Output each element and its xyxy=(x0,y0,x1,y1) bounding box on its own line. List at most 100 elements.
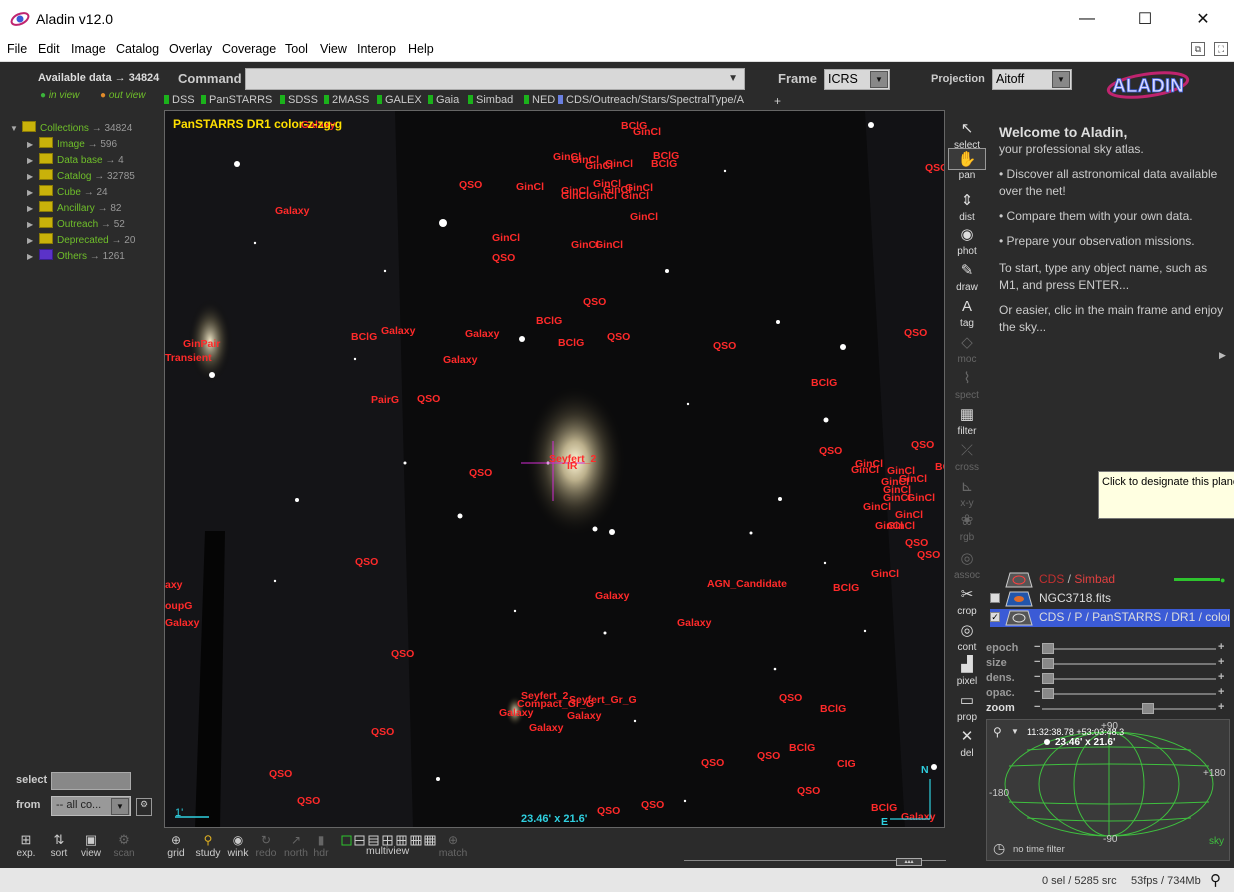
menu-coverage[interactable]: Coverage xyxy=(222,42,276,56)
tool-crop-button[interactable]: ✂ crop xyxy=(948,584,986,617)
grid-button[interactable]: ⊕ grid xyxy=(158,833,194,859)
catalog-object-label[interactable]: GinCl xyxy=(887,520,915,532)
catalog-object-label[interactable]: GinCl xyxy=(516,181,544,193)
projection-select[interactable]: Aitoff ▼ xyxy=(992,69,1072,90)
from-select[interactable]: -- all co... ▼ xyxy=(51,796,131,816)
view-scroller[interactable]: ▴▴▴ xyxy=(684,858,946,868)
catalog-object-label[interactable]: BClG xyxy=(833,582,859,594)
catalog-object-label[interactable]: GinCl xyxy=(871,568,899,580)
catalog-object-label[interactable]: BClG xyxy=(536,315,562,327)
catalog-object-label[interactable]: GinCl xyxy=(633,126,661,138)
catalog-object-label[interactable]: GinCl xyxy=(621,190,649,202)
slider-size[interactable]: size − + xyxy=(986,656,1230,671)
slider-epoch[interactable]: epoch − + xyxy=(986,641,1230,656)
catalog-object-label[interactable]: QSO xyxy=(469,467,492,479)
plus-icon[interactable]: + xyxy=(1218,686,1224,698)
catalog-object-label[interactable]: GinCl xyxy=(595,239,623,251)
catalog-object-label[interactable]: QSO xyxy=(713,340,736,352)
catalog-object-label[interactable]: QSO xyxy=(355,556,378,568)
layer-visibility-checkbox[interactable] xyxy=(990,593,1000,603)
tree-node-others[interactable]: ▶ Others → 1261 xyxy=(27,249,125,265)
survey-dss[interactable]: DSS xyxy=(164,94,195,106)
tool-del-button[interactable]: ✕ del xyxy=(948,726,986,759)
tool-phot-button[interactable]: ◉ phot xyxy=(948,224,986,257)
add-survey-button[interactable]: + xyxy=(774,94,781,108)
tool-moc-button[interactable]: ◇ moc xyxy=(948,332,986,365)
catalog-object-label[interactable]: Galaxy xyxy=(381,325,416,337)
catalog-object-label[interactable]: BClG xyxy=(820,703,846,715)
slider-zoom[interactable]: zoom − + xyxy=(986,701,1230,716)
catalog-object-label[interactable]: Galaxy xyxy=(677,617,712,629)
tool-rgb-button[interactable]: ❀ rgb xyxy=(948,510,986,543)
catalog-object-label[interactable]: GinPair xyxy=(183,338,220,350)
catalog-object-label[interactable]: oupG xyxy=(165,600,192,612)
tool-prop-button[interactable]: ▭ prop xyxy=(948,690,986,723)
catalog-object-label[interactable]: QSO xyxy=(797,785,820,797)
catalog-object-label[interactable]: QSO xyxy=(371,726,394,738)
minus-icon[interactable]: − xyxy=(1034,701,1040,713)
catalog-object-label[interactable]: BClG xyxy=(351,331,377,343)
expand-button[interactable]: ⊞ exp. xyxy=(8,832,44,859)
slider-knob[interactable] xyxy=(1042,688,1054,699)
tree-node-cube[interactable]: ▶ Cube → 24 xyxy=(27,185,108,201)
catalog-object-label[interactable]: GinCl xyxy=(630,211,658,223)
catalog-object-label[interactable]: BClG xyxy=(811,377,837,389)
survey-cds-outreach[interactable]: CDS/Outreach/Stars/SpectralType/A xyxy=(558,94,744,106)
catalog-object-label[interactable]: CIG xyxy=(837,758,856,770)
minus-icon[interactable]: − xyxy=(1034,686,1040,698)
catalog-object-label[interactable]: BClG xyxy=(871,802,897,814)
tree-node-ancillary[interactable]: ▶ Ancillary → 82 xyxy=(27,201,121,217)
location-pin-icon[interactable]: ⚲ xyxy=(993,725,1002,739)
catalog-object-label[interactable]: GinCl xyxy=(492,232,520,244)
slider-opac[interactable]: opac. − + xyxy=(986,686,1230,701)
tool-cont-button[interactable]: ◎ cont xyxy=(948,620,986,653)
catalog-object-label[interactable]: QSO xyxy=(269,768,292,780)
catalog-object-label[interactable]: QSO xyxy=(757,750,780,762)
tree-node-catalog[interactable]: ▶ Catalog → 32785 xyxy=(27,169,135,185)
catalog-object-label[interactable]: Galaxy xyxy=(529,722,564,734)
catalog-object-label[interactable]: QSO xyxy=(597,805,620,817)
tree-node-deprecated[interactable]: ▶ Deprecated → 20 xyxy=(27,233,135,249)
menu-edit[interactable]: Edit xyxy=(38,42,60,56)
catalog-object-label[interactable]: GinCl xyxy=(851,464,879,476)
catalog-object-label[interactable]: QSO xyxy=(911,439,934,451)
slider-knob[interactable] xyxy=(1042,658,1054,669)
chevron-down-icon[interactable]: ▼ xyxy=(1011,727,1019,736)
tree-node-database[interactable]: ▶ Data base → 4 xyxy=(27,153,124,169)
catalog-object-label[interactable]: BClG xyxy=(558,337,584,349)
slider-knob[interactable] xyxy=(1042,643,1054,654)
catalog-object-label[interactable]: GinCl xyxy=(907,492,935,504)
menu-file[interactable]: File xyxy=(7,42,27,56)
scan-button[interactable]: ⚙ scan xyxy=(106,832,142,859)
catalog-object-label[interactable]: Galaxy xyxy=(443,354,478,366)
mini-map[interactable]: ⚲ ▼ 11:32:38.78 +53:03:48.3 23.46' x 21.… xyxy=(986,719,1230,861)
close-button[interactable]: ✕ xyxy=(1174,0,1232,38)
select-input[interactable] xyxy=(51,772,131,790)
catalog-object-label[interactable]: QSO xyxy=(417,393,440,405)
slider-dens[interactable]: dens. − + xyxy=(986,671,1230,686)
catalog-object-label[interactable]: Galaxy xyxy=(275,205,310,217)
catalog-object-label[interactable]: BC xyxy=(935,461,945,473)
catalog-object-label[interactable]: Galaxy xyxy=(595,590,630,602)
survey-simbad[interactable]: Simbad xyxy=(468,94,513,106)
catalog-object-label[interactable]: IR xyxy=(567,460,578,472)
catalog-object-label[interactable]: QSO xyxy=(905,537,928,549)
catalog-object-label[interactable]: QSO xyxy=(779,692,802,704)
sky-view[interactable]: Galaxy BClG GinCl GinCl GinCl GinCl BClG BClG Gi… xyxy=(164,110,945,828)
tool-cross-button[interactable]: ⤫ cross xyxy=(948,440,986,473)
catalog-object-label[interactable]: QSO xyxy=(391,648,414,660)
catalog-object-label[interactable]: QSO xyxy=(492,252,515,264)
catalog-object-label[interactable]: GinCl xyxy=(605,158,633,170)
catalog-object-label[interactable]: Galaxy xyxy=(499,707,534,719)
catalog-object-label[interactable]: QSO xyxy=(819,445,842,457)
catalog-object-label[interactable]: AGN_Candidate xyxy=(707,578,787,590)
slider-track[interactable] xyxy=(1042,678,1216,680)
tool-draw-button[interactable]: ✎ draw xyxy=(948,260,986,293)
menu-tool[interactable]: Tool xyxy=(285,42,308,56)
hdr-button[interactable]: ▮ hdr xyxy=(303,833,339,859)
menu-view[interactable]: View xyxy=(320,42,347,56)
catalog-object-label[interactable]: GinCl xyxy=(561,190,589,202)
minus-icon[interactable]: − xyxy=(1034,641,1040,653)
tool-x-y-button[interactable]: ⊾ x-y xyxy=(948,476,986,509)
minus-icon[interactable]: − xyxy=(1034,656,1040,668)
